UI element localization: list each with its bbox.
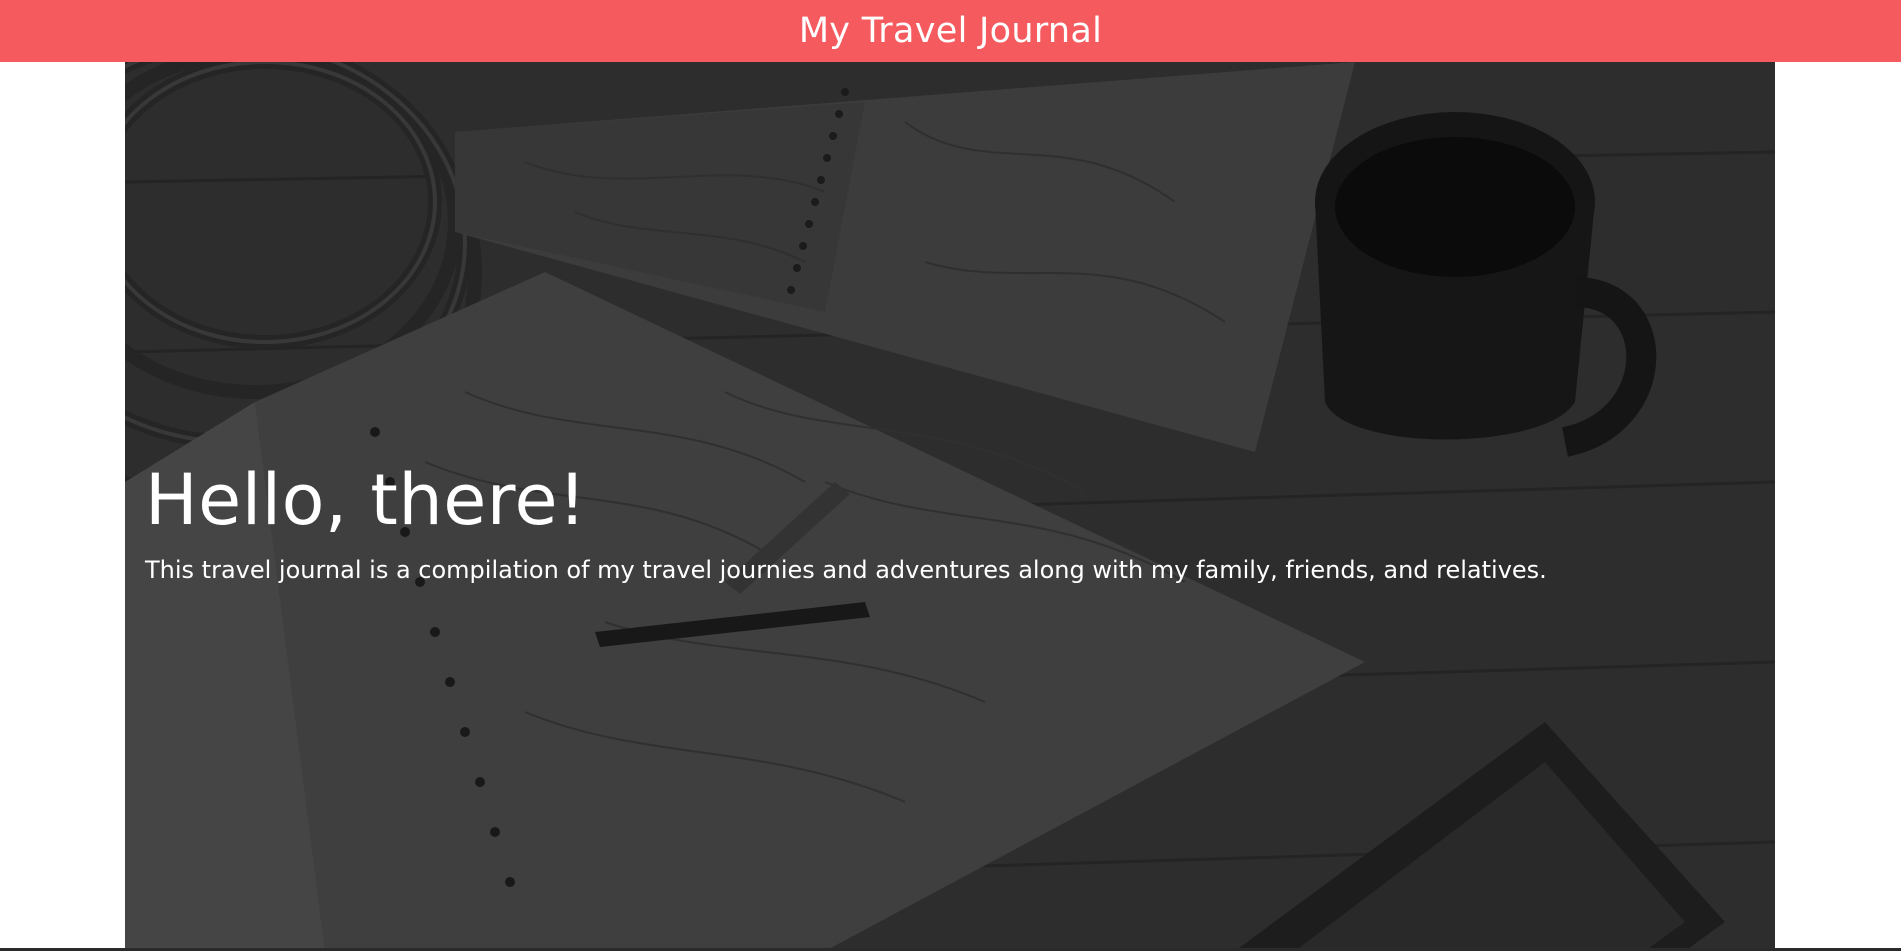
hero-text-block: Hello, there! This travel journal is a c… xyxy=(145,462,1745,586)
hero-section: Hello, there! This travel journal is a c… xyxy=(125,62,1775,951)
site-header: My Travel Journal xyxy=(0,0,1901,62)
hero-description: This travel journal is a compilation of … xyxy=(145,556,1547,584)
hero-heading: Hello, there! xyxy=(145,459,587,541)
site-title: My Travel Journal xyxy=(798,11,1103,51)
